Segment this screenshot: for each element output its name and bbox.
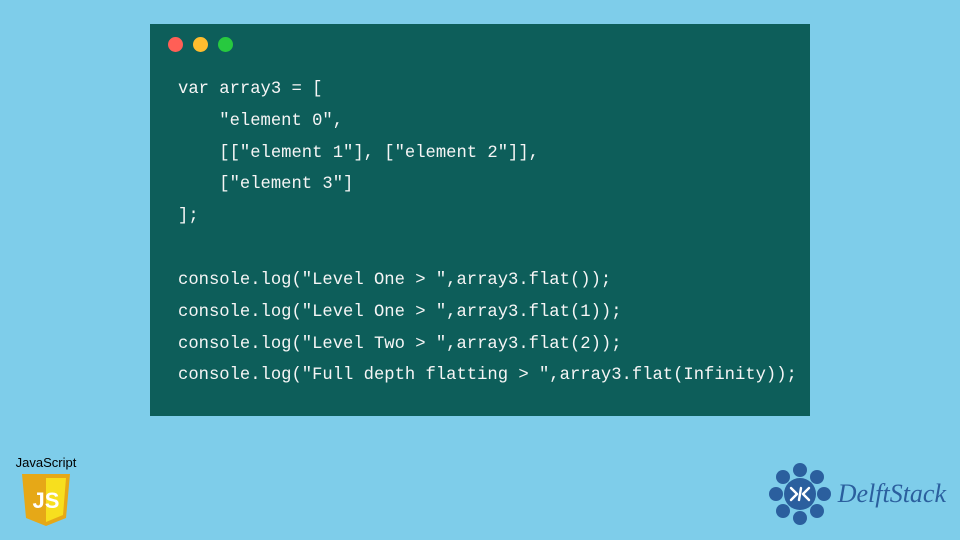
- delftstack-brand: DelftStack: [768, 462, 946, 526]
- close-icon: [168, 37, 183, 52]
- delftstack-name: DelftStack: [838, 479, 946, 509]
- minimize-icon: [193, 37, 208, 52]
- maximize-icon: [218, 37, 233, 52]
- code-window: var array3 = [ "element 0", [["element 1…: [150, 24, 810, 416]
- code-body: var array3 = [ "element 0", [["element 1…: [150, 64, 810, 398]
- javascript-label: JavaScript: [10, 455, 82, 470]
- code-line: [["element 1"], ["element 2"]],: [178, 144, 539, 163]
- javascript-badge: JavaScript JS: [10, 455, 82, 528]
- code-line: console.log("Level Two > ",array3.flat(2…: [178, 335, 622, 354]
- delftstack-logo-icon: [768, 462, 832, 526]
- code-line: ["element 3"]: [178, 175, 353, 194]
- javascript-shield-icon: JS: [20, 472, 72, 528]
- code-line: "element 0",: [178, 112, 343, 131]
- code-line: console.log("Level One > ",array3.flat()…: [178, 271, 611, 290]
- svg-text:JS: JS: [33, 488, 60, 513]
- code-line: var array3 = [: [178, 80, 322, 99]
- window-titlebar: [150, 24, 810, 64]
- code-line: ];: [178, 207, 199, 226]
- code-line: console.log("Level One > ",array3.flat(1…: [178, 303, 622, 322]
- code-line: console.log("Full depth flatting > ",arr…: [178, 366, 797, 385]
